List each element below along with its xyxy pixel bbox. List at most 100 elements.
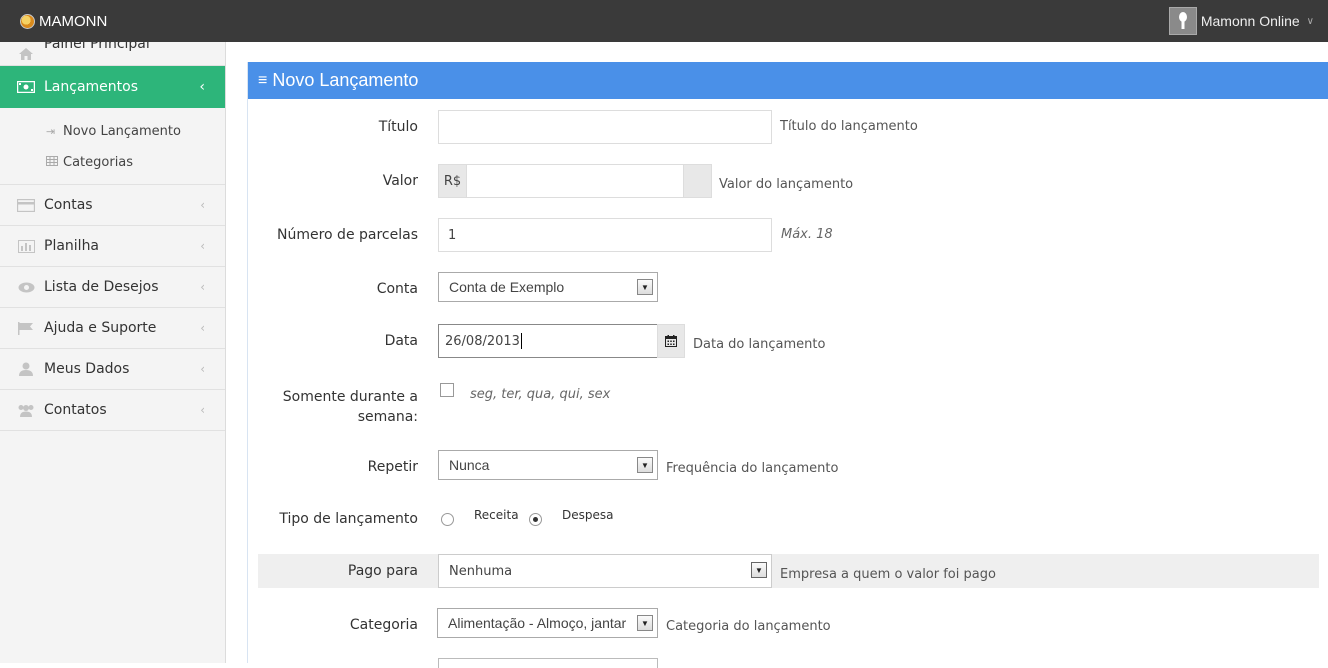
data-help: Data do lançamento	[693, 337, 826, 352]
chevron-left-icon: ‹	[200, 321, 205, 335]
dropdown-arrow-icon: ▼	[637, 279, 653, 295]
repetir-selected-value: Nunca	[449, 457, 490, 473]
sidebar-item-label: Lançamentos	[44, 79, 139, 95]
data-label: Data	[384, 333, 418, 349]
sidebar-item-lista-de-desejos[interactable]: Lista de Desejos ‹	[0, 267, 225, 308]
bars-icon: ≡	[258, 71, 268, 89]
semana-help: seg, ter, qua, qui, sex	[470, 387, 611, 402]
valor-help: Valor do lançamento	[719, 177, 854, 192]
titulo-label: Título	[378, 119, 418, 135]
sidebar-item-ajuda-e-suporte[interactable]: Ajuda e Suporte ‹	[0, 308, 225, 349]
chevron-left-icon: ‹	[200, 239, 205, 253]
sidebar-item-lancamentos[interactable]: Lançamentos ‹	[0, 66, 225, 108]
sidebar: Painel Principal Lançamentos ‹ ⇥ Novo La…	[0, 42, 226, 663]
radio-receita-label: Receita	[474, 508, 519, 522]
next-field-partial	[438, 658, 658, 668]
user-name: Mamonn Online	[1200, 13, 1300, 29]
radio-despesa-label: Despesa	[562, 508, 614, 522]
sidebar-item-label: Meus Dados	[44, 361, 130, 377]
money-icon	[17, 80, 35, 94]
text-cursor	[520, 333, 522, 349]
categoria-help: Categoria do lançamento	[666, 619, 831, 634]
data-value: 26/08/2013	[445, 333, 520, 349]
submenu-item-label: Novo Lançamento	[63, 124, 181, 139]
brand[interactable]: MAMONN	[20, 0, 107, 42]
radio-despesa[interactable]	[529, 513, 542, 526]
categoria-select[interactable]: Alimentação - Almoço, jantar ▼	[437, 608, 658, 638]
chevron-down-icon: ∨	[1306, 15, 1314, 27]
top-navbar: MAMONN Mamonn Online ∨	[0, 0, 1328, 42]
categoria-label: Categoria	[349, 617, 418, 633]
sidebar-item-label: Contatos	[44, 402, 107, 418]
categoria-selected-value: Alimentação - Almoço, jantar	[448, 615, 627, 631]
sidebar-item-label: Contas	[44, 197, 93, 213]
eye-icon	[17, 280, 35, 294]
pago-para-help: Empresa a quem o valor foi pago	[780, 567, 996, 582]
parcelas-label: Número de parcelas	[277, 227, 418, 243]
user-silhouette-icon	[1178, 12, 1187, 29]
titulo-help: Título do lançamento	[780, 119, 918, 134]
submenu-item-categorias[interactable]: Categorias	[0, 147, 225, 178]
avatar	[1168, 7, 1197, 35]
sidebar-item-painel-principal[interactable]: Painel Principal	[0, 42, 225, 66]
radio-receita[interactable]	[441, 513, 454, 526]
pago-para-select[interactable]: Nenhuma ▼	[438, 554, 772, 588]
sidebar-item-planilha[interactable]: Planilha ‹	[0, 226, 225, 267]
submenu-item-novo-lancamento[interactable]: ⇥ Novo Lançamento	[0, 116, 225, 147]
user-icon	[17, 362, 35, 376]
valor-input[interactable]	[466, 164, 684, 198]
sidebar-item-meus-dados[interactable]: Meus Dados ‹	[0, 349, 225, 390]
dropdown-arrow-icon: ▼	[751, 562, 767, 578]
dropdown-arrow-icon: ▼	[637, 615, 653, 631]
sign-in-icon: ⇥	[46, 125, 56, 138]
chevron-left-icon: ‹	[200, 280, 205, 294]
flag-icon	[17, 321, 35, 335]
home-icon	[17, 47, 35, 61]
table-icon	[46, 156, 60, 169]
bar-chart-icon	[17, 239, 35, 253]
conta-selected-value: Conta de Exemplo	[449, 279, 565, 295]
chevron-left-icon: ‹	[200, 362, 205, 376]
semana-checkbox[interactable]	[440, 383, 454, 397]
valor-label: Valor	[382, 173, 418, 189]
credit-card-icon	[17, 198, 35, 212]
titulo-input[interactable]	[438, 110, 772, 144]
sidebar-item-label: Planilha	[44, 238, 100, 254]
conta-select[interactable]: Conta de Exemplo ▼	[438, 272, 658, 302]
data-input[interactable]: 26/08/2013	[438, 324, 658, 358]
panel-header: ≡ Novo Lançamento	[248, 62, 1328, 99]
repetir-select[interactable]: Nunca ▼	[438, 450, 658, 480]
users-icon	[17, 403, 35, 417]
semana-label-line1: Somente durante a	[282, 389, 418, 405]
sidebar-item-contas[interactable]: Contas ‹	[0, 185, 225, 226]
repetir-help: Frequência do lançamento	[666, 461, 839, 476]
brand-logo-icon	[20, 13, 35, 29]
brand-name: MAMONN	[39, 12, 108, 30]
pago-para-label: Pago para	[347, 563, 418, 579]
pago-para-selected-value: Nenhuma	[449, 563, 513, 579]
tipo-label: Tipo de lançamento	[279, 511, 418, 527]
sidebar-item-contatos[interactable]: Contatos ‹	[0, 390, 225, 431]
main-panel: ≡ Novo Lançamento Título Título do lança…	[247, 62, 1328, 668]
semana-label: Somente durante a semana:	[248, 387, 418, 427]
sidebar-item-label: Lista de Desejos	[44, 279, 159, 295]
parcelas-input[interactable]: 1	[438, 218, 772, 252]
semana-label-line2: semana:	[357, 409, 418, 425]
currency-suffix	[684, 164, 712, 198]
chevron-left-icon: ‹	[200, 198, 205, 212]
sidebar-submenu: ⇥ Novo Lançamento Categorias	[0, 108, 225, 185]
chevron-left-icon: ‹	[199, 79, 205, 95]
calendar-icon	[665, 335, 677, 347]
page-title: Novo Lançamento	[272, 70, 419, 90]
sidebar-item-label: Painel Principal	[44, 42, 150, 52]
dropdown-arrow-icon: ▼	[637, 457, 653, 473]
currency-prefix: R$	[438, 164, 466, 198]
conta-label: Conta	[376, 281, 418, 297]
parcelas-help: Máx. 18	[781, 227, 833, 242]
submenu-item-label: Categorias	[63, 155, 134, 170]
repetir-label: Repetir	[367, 459, 418, 475]
user-menu[interactable]: Mamonn Online ∨	[1168, 0, 1328, 42]
chevron-left-icon: ‹	[200, 403, 205, 417]
calendar-button[interactable]	[657, 324, 685, 358]
sidebar-item-label: Ajuda e Suporte	[44, 320, 157, 336]
